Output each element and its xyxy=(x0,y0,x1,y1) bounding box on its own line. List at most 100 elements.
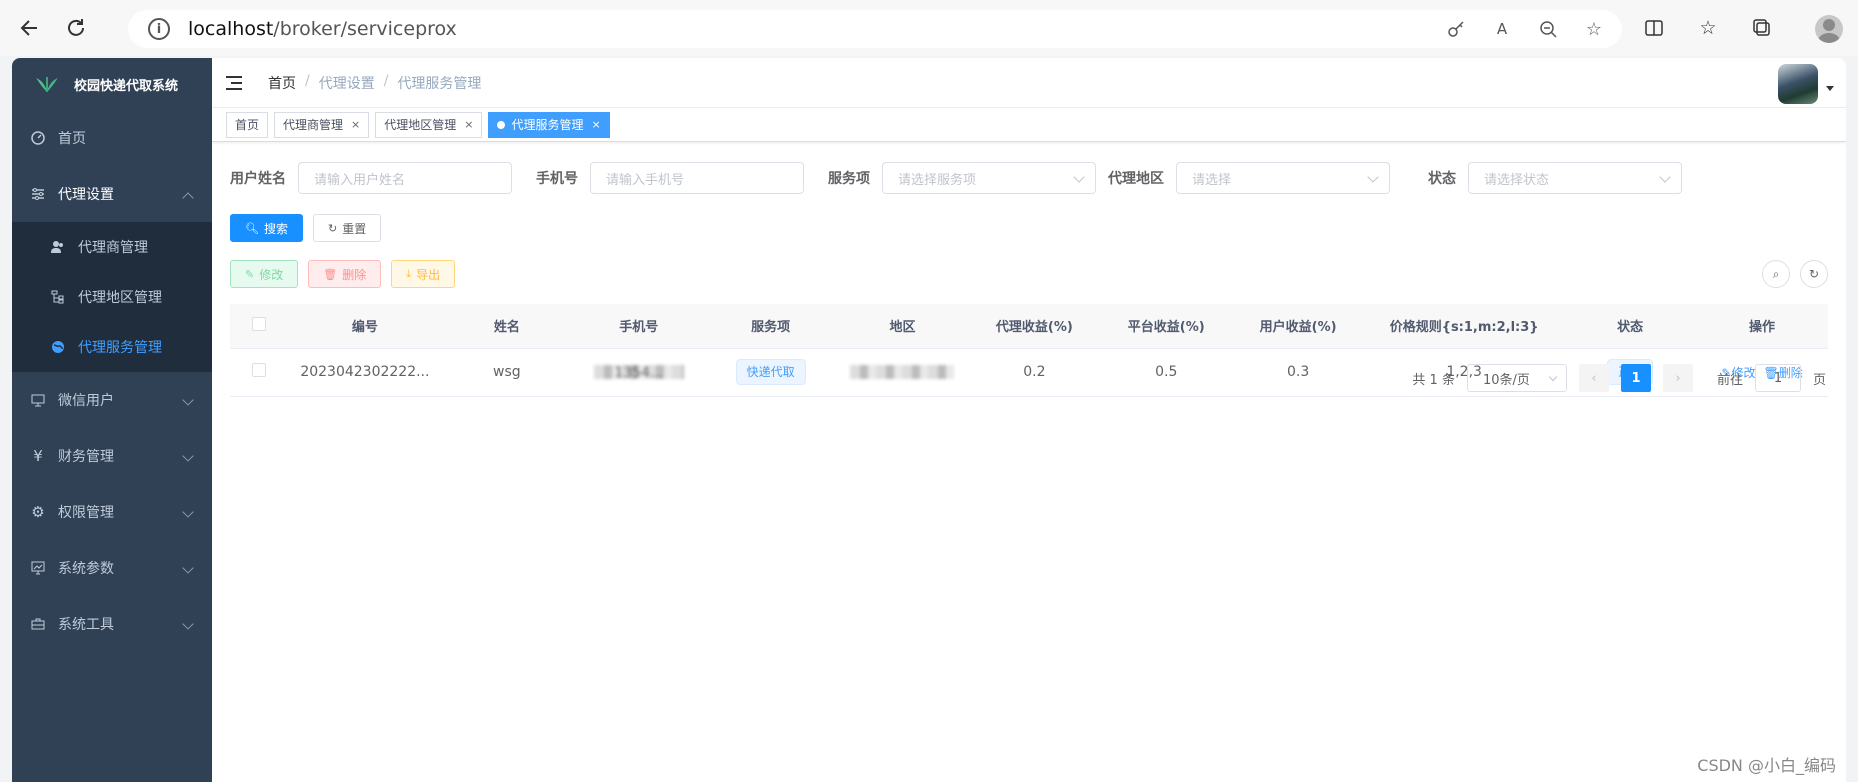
sidebar-item-home[interactable]: 首页 xyxy=(12,110,212,166)
read-aloud-icon[interactable]: A xyxy=(1490,17,1514,41)
goto-prefix: 前往 xyxy=(1716,372,1743,388)
sidebar-item-label: 财务管理 xyxy=(58,449,114,465)
sidebar-item-finance[interactable]: ¥ 财务管理 xyxy=(12,428,212,484)
navbar: 首页 / 代理设置 / 代理服务管理 xyxy=(212,58,1846,108)
prev-page-button[interactable]: ‹ xyxy=(1578,364,1609,392)
cell-platform-pct: 0.5 xyxy=(1100,348,1233,397)
breadcrumb-item-home[interactable]: 首页 xyxy=(268,73,296,93)
monitor-icon xyxy=(30,392,46,408)
sidebar-item-agent-region[interactable]: 代理地区管理 xyxy=(12,272,212,322)
chevron-down-icon xyxy=(182,506,194,518)
tree-icon xyxy=(50,289,66,305)
back-icon[interactable] xyxy=(12,10,48,46)
pagination-total: 共 1 条 xyxy=(1412,372,1455,388)
refresh-icon[interactable]: ↻ xyxy=(1800,260,1828,288)
hamburger-icon[interactable] xyxy=(226,75,244,91)
reset-button[interactable]: ↻ 重置 xyxy=(312,214,382,242)
favorite-add-icon[interactable]: ☆ xyxy=(1582,17,1606,41)
row-checkbox-cell[interactable] xyxy=(230,348,289,397)
sidebar-item-label: 代理商管理 xyxy=(78,240,148,256)
sidebar: 校园快递代取系统 首页 代理设置 代理商管理 代理地区管理 代理服务管理 微信用… xyxy=(12,58,212,782)
address-bar[interactable]: i localhost/broker/serviceprox A ☆ xyxy=(128,10,1622,48)
trash-icon: 🗑︎ xyxy=(323,267,338,281)
toolbox-icon xyxy=(30,616,46,632)
download-icon: ⤓ xyxy=(406,267,412,280)
settings-icon xyxy=(30,186,46,202)
edit-button[interactable]: ✎ 修改 xyxy=(230,260,299,288)
app-logo[interactable]: 校园快递代取系统 xyxy=(12,58,212,110)
favorites-icon[interactable]: ☆ xyxy=(1696,16,1720,40)
cell-id: 2023042302222... xyxy=(288,348,441,397)
app-window: 校园快递代取系统 首页 代理设置 代理商管理 代理地区管理 代理服务管理 微信用… xyxy=(12,58,1846,782)
export-button[interactable]: ⤓ 导出 xyxy=(391,260,456,288)
tag-label: 代理地区管理 xyxy=(384,118,457,132)
page-size-select[interactable]: 10条/页 xyxy=(1466,364,1567,392)
close-icon[interactable]: × xyxy=(592,118,601,131)
chevron-down-icon xyxy=(182,450,194,462)
cell-user-pct: 0.3 xyxy=(1232,348,1365,397)
row-checkbox[interactable] xyxy=(252,363,267,377)
cell-phone: 1354... xyxy=(572,348,705,397)
search-icon: 🔍︎ xyxy=(245,221,259,235)
pagination: 共 1 条 10条/页 ‹ 1 › 前往 1 页 xyxy=(1412,364,1826,392)
tag-agent-region[interactable]: 代理地区管理 × xyxy=(375,111,483,138)
select-all-checkbox[interactable] xyxy=(252,316,267,331)
chevron-down-icon xyxy=(182,618,194,630)
breadcrumb: 首页 / 代理设置 / 代理服务管理 xyxy=(268,73,481,93)
service-select[interactable]: 请选择服务项 xyxy=(882,162,1096,194)
goto-page-input[interactable]: 1 xyxy=(1754,364,1801,392)
collections-icon[interactable] xyxy=(1750,16,1774,40)
select-all-checkbox-cell[interactable] xyxy=(230,304,289,349)
chevron-down-icon xyxy=(1073,171,1085,183)
sidebar-item-label: 代理设置 xyxy=(58,187,114,203)
status-select[interactable]: 请选择状态 xyxy=(1468,162,1682,194)
profile-icon[interactable] xyxy=(1815,15,1843,43)
edit-icon: ✎ xyxy=(245,267,255,281)
reload-icon[interactable] xyxy=(58,10,94,46)
app-title: 校园快递代取系统 xyxy=(74,78,179,94)
page-size-value: 10条/页 xyxy=(1482,372,1530,388)
url-host: localhost xyxy=(188,18,274,40)
column-header: 服务项 xyxy=(704,304,837,349)
sidebar-item-agent-settings[interactable]: 代理设置 xyxy=(12,166,212,222)
tag-agent-service[interactable]: 代理服务管理 × xyxy=(488,111,610,138)
close-icon[interactable]: × xyxy=(351,118,360,131)
sidebar-item-system-params[interactable]: 系统参数 xyxy=(12,540,212,596)
goto-suffix: 页 xyxy=(1812,372,1826,388)
user-avatar[interactable] xyxy=(1778,64,1818,104)
service-tag: 快递代取 xyxy=(735,359,806,385)
chevron-down-icon xyxy=(1548,372,1558,382)
key-icon[interactable] xyxy=(1444,17,1468,41)
user-name-input[interactable]: 请输入用户姓名 xyxy=(298,162,512,194)
caret-down-icon[interactable] xyxy=(1826,86,1834,91)
cell-service: 快递代取 xyxy=(704,348,837,397)
column-header: 编号 xyxy=(288,304,441,349)
next-page-button[interactable]: › xyxy=(1662,364,1693,392)
chevron-down-icon xyxy=(182,394,194,406)
close-icon[interactable]: × xyxy=(464,118,473,131)
sidebar-item-label: 系统工具 xyxy=(58,617,114,633)
sidebar-item-label: 微信用户 xyxy=(58,393,114,409)
logo-icon xyxy=(36,77,58,92)
zoom-out-icon[interactable] xyxy=(1536,17,1560,41)
split-screen-icon[interactable] xyxy=(1642,16,1666,40)
sidebar-item-wechat-users[interactable]: 微信用户 xyxy=(12,372,212,428)
phone-input[interactable]: 请输入手机号 xyxy=(590,162,804,194)
toggle-search-icon[interactable]: ⌕ xyxy=(1762,260,1790,288)
sidebar-item-agent-service[interactable]: 代理服务管理 xyxy=(12,322,212,372)
sidebar-item-label: 首页 xyxy=(58,131,86,147)
site-info-icon[interactable]: i xyxy=(148,18,170,40)
tag-home[interactable]: 首页 xyxy=(226,111,269,138)
delete-button[interactable]: 🗑︎ 删除 xyxy=(308,260,382,288)
url-path: /broker/serviceprox xyxy=(273,18,457,40)
region-select[interactable]: 请选择 xyxy=(1176,162,1390,194)
sidebar-item-permissions[interactable]: ⚙ 权限管理 xyxy=(12,484,212,540)
table-toolbar: ✎ 修改 🗑︎ 删除 ⤓ 导出 ⌕ ↻ xyxy=(230,260,1828,288)
search-button[interactable]: 🔍︎ 搜索 xyxy=(230,214,303,242)
table-header-row: 编号 姓名 手机号 服务项 地区 代理收益(%) 平台收益(%) 用户收益(%)… xyxy=(230,304,1828,349)
sidebar-item-system-tools[interactable]: 系统工具 xyxy=(12,596,212,652)
tag-agent-management[interactable]: 代理商管理 × xyxy=(274,111,370,138)
sidebar-item-agent-management[interactable]: 代理商管理 xyxy=(12,222,212,272)
service-label: 服务项 xyxy=(828,171,870,187)
page-number-button[interactable]: 1 xyxy=(1620,364,1651,392)
